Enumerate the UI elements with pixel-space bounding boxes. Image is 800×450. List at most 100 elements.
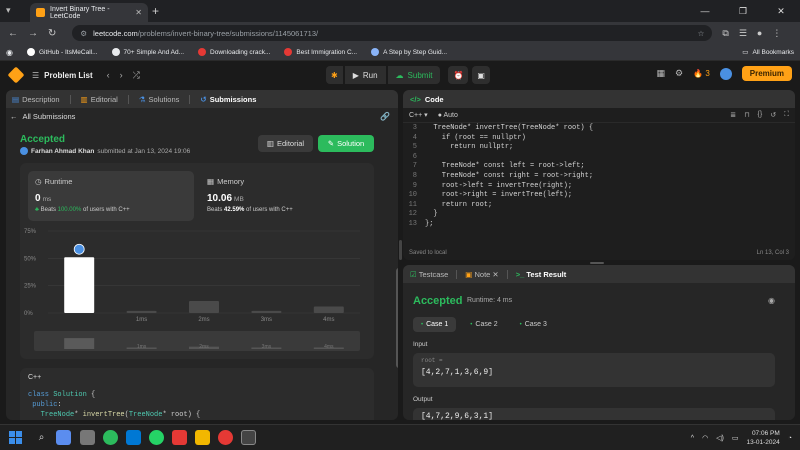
bookmark-icon[interactable]: ⊓ — [744, 111, 749, 119]
vscode-icon[interactable] — [126, 430, 141, 445]
browser-tab[interactable]: Invert Binary Tree - LeetCode ✕ — [30, 3, 148, 22]
debug-button[interactable]: ✱ — [326, 66, 343, 84]
bookmark-item[interactable]: A Step by Step Guid... — [371, 48, 447, 56]
code-line[interactable]: 12 } — [403, 210, 795, 220]
tab-note[interactable]: ▣ Note ✕ — [465, 270, 498, 279]
bookmark-item[interactable]: GitHub - ItsMeCall... — [26, 48, 98, 56]
format-icon[interactable]: ≣ — [730, 111, 736, 119]
tab-search-icon[interactable]: ▾ — [6, 5, 11, 16]
layout-icon[interactable]: ▦ — [657, 68, 666, 79]
forward-icon[interactable]: → — [28, 28, 38, 39]
auto-toggle[interactable]: ● Auto — [438, 112, 458, 119]
user-avatar[interactable] — [719, 67, 732, 80]
close-note-icon[interactable]: ✕ — [492, 270, 498, 279]
search-icon[interactable]: ⌕ — [34, 430, 49, 445]
leetcode-logo[interactable] — [7, 66, 25, 84]
code-line[interactable]: 4 if (root == nullptr) — [403, 134, 795, 144]
chrome-icon[interactable] — [218, 430, 233, 445]
tab-editorial[interactable]: ▥ Editorial — [81, 95, 118, 104]
extensions-icon[interactable]: ⧉ — [722, 28, 728, 39]
premium-button[interactable]: Premium — [741, 66, 792, 81]
code-line[interactable]: 6 — [403, 153, 795, 163]
reset-icon[interactable]: ↺ — [770, 111, 776, 119]
star-icon[interactable]: ☆ — [698, 29, 705, 38]
all-submissions-link[interactable]: ← All Submissions — [10, 112, 75, 121]
case-1-tab[interactable]: • Case 1 — [413, 317, 457, 332]
overview-bar — [64, 338, 95, 349]
memory-stat[interactable]: ▦ Memory 10.06 MB Beats 42.59% of users wi… — [200, 171, 366, 221]
tab-submissions[interactable]: ↺ Submissions — [200, 95, 256, 104]
submit-button[interactable]: ☁ Submit — [387, 66, 441, 84]
code-line[interactable]: 3 TreeNode* invertTree(TreeNode* root) { — [403, 124, 795, 134]
wifi-icon[interactable]: ◠ — [702, 434, 708, 442]
all-bookmarks-button[interactable]: ▭ All Bookmarks — [742, 48, 794, 57]
fullscreen-icon[interactable]: ⛶ — [784, 111, 789, 119]
tab-description[interactable]: ▤ Description — [12, 95, 60, 104]
code-line[interactable]: 11 return root; — [403, 201, 795, 211]
code-line[interactable]: 10 root->right = invertTree(left); — [403, 191, 795, 201]
chevron-up-icon[interactable]: ^ — [691, 435, 694, 442]
windows-start-icon[interactable] — [9, 431, 22, 444]
task-view-icon[interactable] — [80, 430, 95, 445]
app-icon[interactable] — [103, 430, 118, 445]
notification-icon[interactable]: ◔ — [788, 435, 792, 442]
run-button[interactable]: ▶ Run — [344, 66, 386, 84]
minimize-icon[interactable]: — — [686, 0, 724, 22]
apps-icon[interactable]: ◉ — [6, 48, 13, 57]
language-select[interactable]: C++ ▾ — [409, 111, 428, 119]
prev-problem-icon[interactable]: ‹ — [107, 70, 110, 81]
tab-test-result[interactable]: >_ Test Result — [516, 270, 567, 279]
reading-list-icon[interactable]: ☰ — [739, 28, 747, 39]
timer-button[interactable]: ⏰ — [448, 66, 469, 84]
new-tab-icon[interactable]: + — [152, 4, 159, 18]
code-line[interactable]: 9 root->left = invertTree(right); — [403, 182, 795, 192]
solution-button[interactable]: ✎ Solution — [318, 135, 374, 152]
left-scrollbar[interactable] — [396, 268, 398, 368]
bookmark-item[interactable]: 70+ Simple And Ad... — [111, 48, 184, 56]
back-icon[interactable]: ← — [8, 28, 18, 39]
code-line[interactable]: 13}; — [403, 220, 795, 230]
code-line[interactable]: 5 return nullptr; — [403, 143, 795, 153]
leetcode-favicon — [36, 8, 45, 17]
runtime-unit: ms — [42, 196, 52, 203]
case-2-tab[interactable]: • Case 2 — [462, 317, 505, 332]
streak-counter[interactable]: 🔥 3 — [693, 69, 710, 78]
shuffle-icon[interactable]: ⤮ — [133, 70, 140, 81]
file-explorer-icon[interactable] — [195, 430, 210, 445]
bookmark-item[interactable]: Best Immigration C... — [284, 48, 357, 56]
tab-testcase[interactable]: ☑ Testcase — [410, 270, 448, 279]
youtube-icon[interactable] — [172, 430, 187, 445]
tab-solutions[interactable]: ⚗ Solutions — [139, 95, 180, 104]
code-editor[interactable]: 3 TreeNode* invertTree(TreeNode* root) {… — [403, 124, 795, 230]
site-info-icon[interactable]: ⚙ — [80, 29, 87, 38]
code-line[interactable]: 7 TreeNode* const left = root->left; — [403, 162, 795, 172]
notes-button[interactable]: ▣ — [472, 66, 490, 84]
close-window-icon[interactable]: ✕ — [762, 0, 800, 22]
braces-icon[interactable]: {} — [758, 111, 763, 119]
whatsapp-icon[interactable] — [149, 430, 164, 445]
horizontal-splitter[interactable] — [590, 262, 604, 264]
menu-icon[interactable]: ⋮ — [772, 28, 781, 39]
editorial-button[interactable]: ▥ Editorial — [258, 135, 313, 152]
code-line[interactable]: 8 TreeNode* const right = root->right; — [403, 172, 795, 182]
maximize-icon[interactable]: ❐ — [724, 0, 762, 22]
next-problem-icon[interactable]: › — [120, 70, 123, 81]
bookmark-item[interactable]: Downloading crack... — [198, 48, 270, 56]
clock[interactable]: 07:06 PM 13-01-2024 — [747, 429, 780, 447]
runtime-stat[interactable]: ◷ Runtime 0 ms ♣ Beats 100.00% of users wi… — [28, 171, 194, 221]
address-bar[interactable]: ⚙ leetcode.com/problems/invert-binary-tr… — [72, 25, 713, 41]
widgets-icon[interactable] — [56, 430, 71, 445]
profile-icon[interactable]: ● — [757, 28, 762, 38]
volume-icon[interactable]: ◁) — [716, 434, 724, 442]
reload-icon[interactable]: ↻ — [48, 28, 56, 39]
share-link-icon[interactable]: 🔗 — [380, 112, 390, 121]
battery-icon[interactable]: ▭ — [732, 434, 739, 442]
vertical-splitter[interactable] — [399, 240, 402, 260]
eye-icon[interactable]: ◉ — [768, 296, 775, 305]
chrome-active-icon[interactable] — [241, 430, 256, 445]
problem-list-link[interactable]: Problem List — [44, 71, 92, 80]
case-3-tab[interactable]: • Case 3 — [512, 317, 555, 332]
settings-gear-icon[interactable]: ⚙ — [675, 68, 683, 79]
submitter-name[interactable]: Farhan Ahmad Khan — [31, 148, 94, 155]
close-tab-icon[interactable]: ✕ — [135, 8, 142, 17]
